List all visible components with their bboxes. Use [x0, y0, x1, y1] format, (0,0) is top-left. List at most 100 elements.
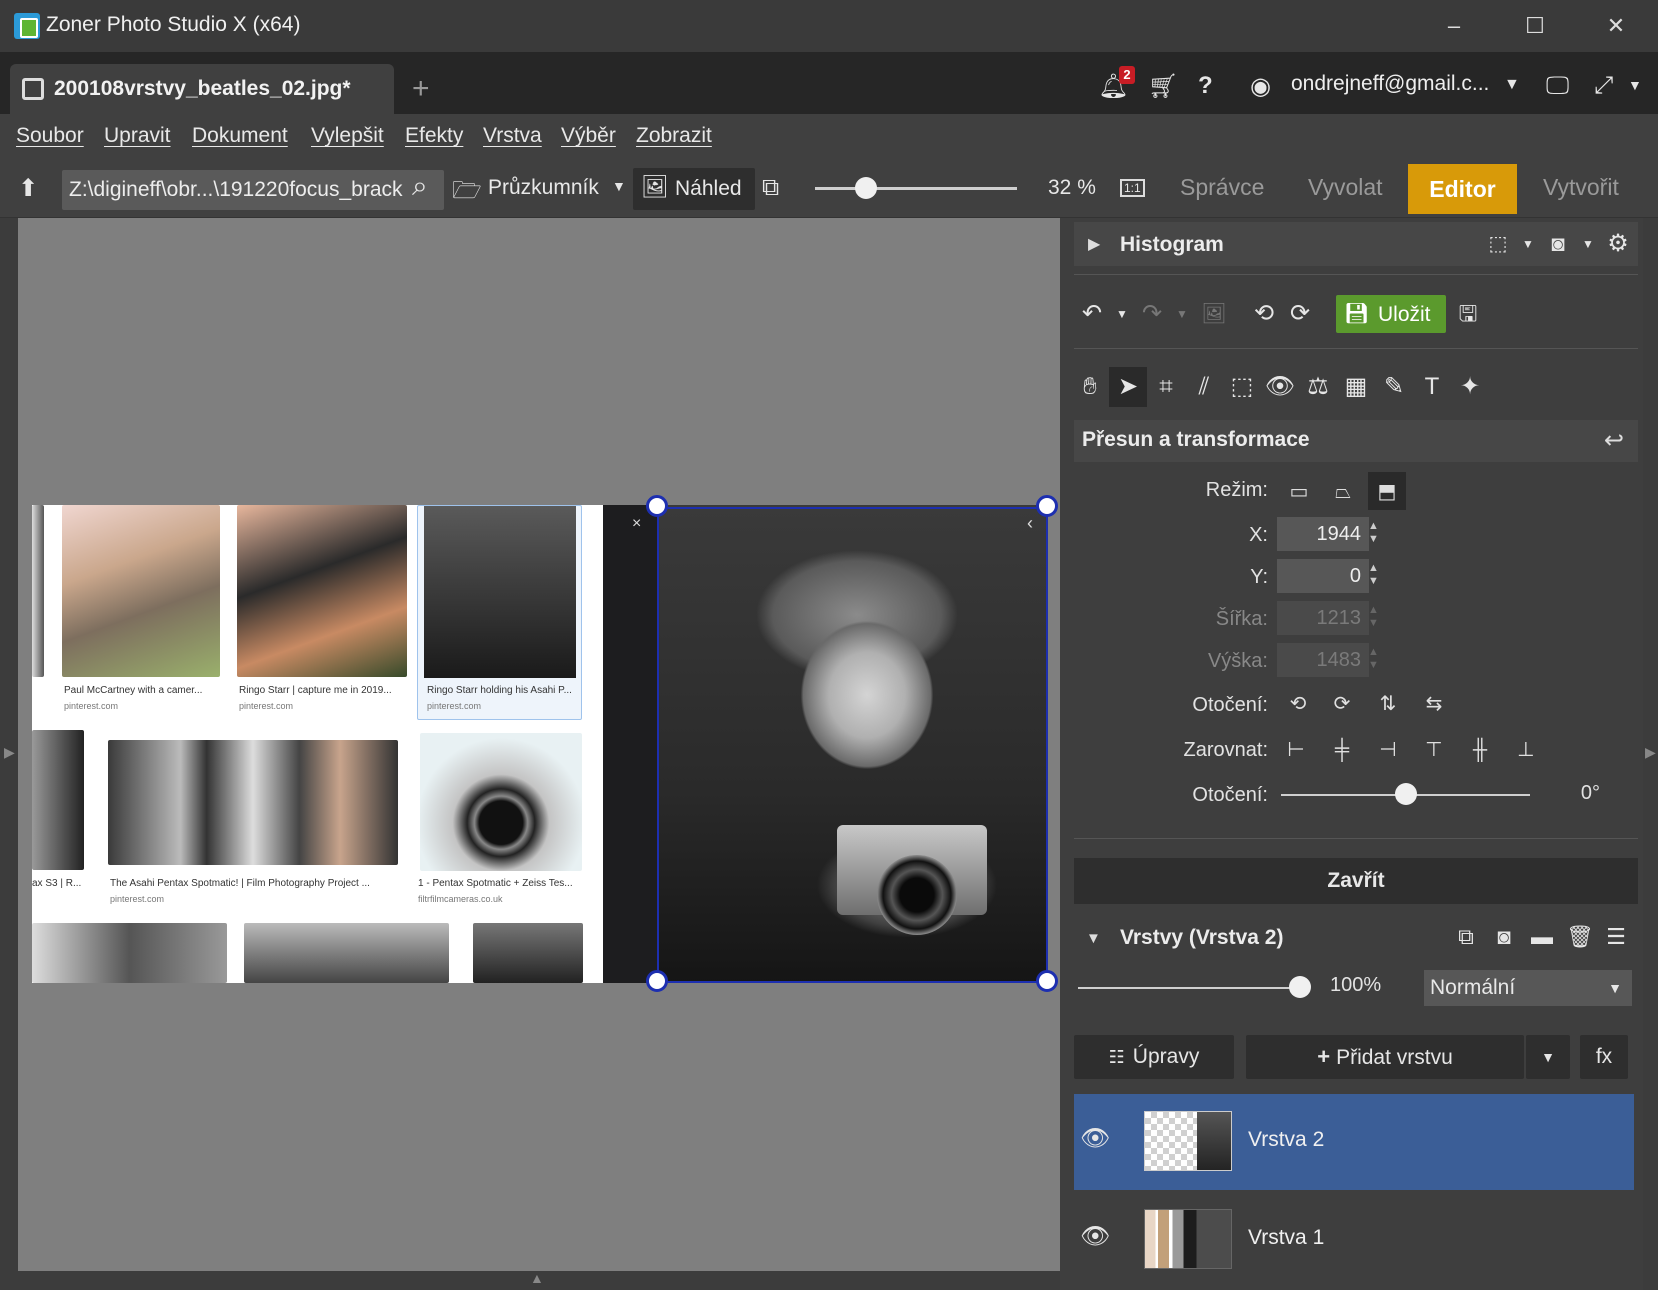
layer-1-image[interactable]: Paul McCartney with a camer... pinterest…	[32, 505, 662, 983]
y-stepper[interactable]: ▲ ▼	[1368, 562, 1379, 588]
histogram-header[interactable]: ▶ Histogram ⬚ ▼ ◙ ▼ ⚙	[1074, 222, 1638, 266]
folder-icon[interactable]: 🗁	[452, 173, 482, 214]
red-eye-tool-icon[interactable]: 👁︎	[1262, 368, 1298, 406]
align-center-h-icon[interactable]: ╪	[1324, 732, 1360, 768]
straighten-tool-icon[interactable]: ⚖︎	[1300, 368, 1336, 406]
eye-icon[interactable]: 👁︎	[1080, 1222, 1110, 1251]
effects-tool-icon[interactable]: ✦	[1452, 368, 1488, 406]
brush-tool-icon[interactable]: ✎	[1376, 368, 1412, 406]
transform-handle-bottom-right[interactable]	[1036, 970, 1058, 992]
help-icon[interactable]: ?	[1198, 72, 1213, 100]
selection-tool-icon[interactable]: ⬚	[1224, 368, 1260, 406]
user-icon[interactable]: ◉	[1250, 72, 1271, 101]
layers-panel-header[interactable]: ▼ Vrstvy (Vrstva 2) ⧉ ◙ ▬ 🗑︎ ☰	[1074, 916, 1638, 960]
expand-bottom-panel-icon[interactable]: ▲	[530, 1270, 544, 1286]
rotate-left-icon[interactable]: ⟲	[1280, 686, 1316, 722]
text-tool-icon[interactable]: T	[1414, 368, 1450, 406]
duplicate-layer-icon[interactable]: ⧉	[1448, 918, 1484, 956]
menu-dokument[interactable]: Dokument	[192, 124, 288, 148]
align-bottom-icon[interactable]: ⊥	[1508, 732, 1544, 768]
browser-label[interactable]: Průzkumník	[488, 176, 599, 200]
maximize-icon[interactable]: ☐	[1515, 10, 1555, 42]
rotate-right-icon[interactable]: ⟳	[1282, 295, 1318, 333]
transform-selection[interactable]	[657, 507, 1048, 983]
adjustments-button[interactable]: ☷ Úpravy	[1074, 1035, 1234, 1079]
menu-vrstva[interactable]: Vrstva	[483, 124, 542, 148]
perspective-tool-icon[interactable]: ⫽	[1186, 368, 1222, 406]
align-left-icon[interactable]: ⊢	[1278, 732, 1314, 768]
opacity-slider-thumb[interactable]	[1289, 976, 1311, 998]
layer-row[interactable]: 👁︎ Vrstva 1	[1074, 1192, 1634, 1290]
save-as-icon[interactable]: 🖫	[1450, 295, 1486, 333]
add-layer-dropdown[interactable]: ▼	[1526, 1035, 1570, 1079]
chevron-down-icon[interactable]: ▼	[1504, 76, 1520, 94]
gear-icon[interactable]: ⚙	[1600, 225, 1636, 263]
x-field[interactable]: 1944	[1277, 517, 1369, 551]
open-external-icon[interactable]: ⧉	[762, 174, 779, 202]
document-tab[interactable]: 200108vrstvy_beatles_02.jpg*	[10, 64, 394, 116]
tab-vytvorit[interactable]: Vytvořit	[1543, 174, 1619, 201]
transform-handle-top-left[interactable]	[646, 495, 668, 517]
menu-vylepsit[interactable]: Vylepšit	[311, 124, 384, 148]
zoom-slider-thumb[interactable]	[854, 177, 877, 199]
flip-horizontal-icon[interactable]: ⇆	[1416, 686, 1452, 722]
align-center-v-icon[interactable]: ╫	[1462, 732, 1498, 768]
folder-icon[interactable]: ▬	[1524, 918, 1560, 956]
crop-tool-icon[interactable]: ⌗	[1148, 368, 1184, 406]
opacity-slider-track[interactable]	[1078, 987, 1300, 989]
clone-tool-icon[interactable]: ▦	[1338, 368, 1374, 406]
new-tab-icon[interactable]: +	[412, 72, 430, 106]
chevron-down-icon[interactable]: ▼	[612, 178, 626, 194]
expand-right-panel-icon[interactable]: ▶	[1645, 744, 1656, 761]
trash-icon[interactable]: 🗑︎	[1562, 918, 1598, 956]
blend-mode-select[interactable]: Normální ▼	[1424, 970, 1632, 1006]
close-icon[interactable]: ✕	[1596, 10, 1636, 42]
cart-icon[interactable]: 🛒︎	[1148, 72, 1178, 101]
reset-icon[interactable]: ↩	[1604, 426, 1624, 455]
one-to-one-button[interactable]: 1:1	[1120, 179, 1145, 197]
fx-button[interactable]: fx	[1580, 1035, 1628, 1079]
zoom-slider-track[interactable]	[815, 187, 1017, 190]
rotate-left-icon[interactable]: ⟲	[1246, 295, 1282, 333]
menu-soubor[interactable]: Soubor	[16, 124, 84, 148]
align-top-icon[interactable]: ⊤	[1416, 732, 1452, 768]
rotation-slider-thumb[interactable]	[1394, 783, 1417, 805]
align-right-icon[interactable]: ⊣	[1370, 732, 1406, 768]
mode-fit-icon[interactable]: ▭	[1280, 472, 1318, 510]
rotate-right-icon[interactable]: ⟳	[1324, 686, 1360, 722]
menu-vyber[interactable]: Výběr	[561, 124, 616, 148]
save-button[interactable]: 💾︎ Uložit	[1336, 295, 1446, 333]
minimize-icon[interactable]: –	[1434, 10, 1474, 42]
tab-spravce[interactable]: Správce	[1180, 174, 1264, 201]
chevron-down-icon[interactable]: ▼	[1164, 295, 1200, 333]
flip-vertical-icon[interactable]: ⇅	[1370, 686, 1406, 722]
hand-tool-icon[interactable]: ✋︎	[1072, 368, 1108, 406]
compare-image-icon[interactable]: 🖼︎	[1196, 295, 1232, 333]
fullscreen-icon[interactable]: ⤢	[1594, 72, 1613, 100]
transform-handle-bottom-left[interactable]	[646, 970, 668, 992]
monitor-icon[interactable]: 🖵	[1546, 72, 1569, 100]
menu-zobrazit[interactable]: Zobrazit	[636, 124, 712, 148]
menu-icon[interactable]: ☰	[1598, 918, 1634, 956]
y-field[interactable]: 0	[1277, 559, 1369, 593]
add-layer-button[interactable]: + Přidat vrstvu	[1246, 1035, 1524, 1079]
menu-upravit[interactable]: Upravit	[104, 124, 171, 148]
preview-button[interactable]: 🖼︎ Náhled	[633, 168, 755, 210]
layer-row[interactable]: 👁︎ Vrstva 2	[1074, 1094, 1634, 1190]
transform-handle-top-right[interactable]	[1036, 495, 1058, 517]
expand-left-panel-icon[interactable]: ▶	[4, 744, 15, 761]
search-icon[interactable]: ⌕	[412, 170, 428, 203]
menu-efekty[interactable]: Efekty	[405, 124, 463, 148]
user-email[interactable]: ondrejneff@gmail.c...	[1291, 72, 1489, 96]
parent-folder-icon[interactable]: ⬆	[18, 174, 38, 203]
close-transform-button[interactable]: Zavřít	[1074, 858, 1638, 904]
chevron-down-icon[interactable]: ▼	[1628, 77, 1642, 93]
layer-mask-icon[interactable]: ◙	[1486, 918, 1522, 956]
tab-editor[interactable]: Editor	[1408, 164, 1517, 214]
eye-icon[interactable]: 👁︎	[1080, 1124, 1110, 1153]
tab-vyvolat[interactable]: Vyvolat	[1308, 174, 1383, 201]
mode-stretch-icon[interactable]: ⏢	[1324, 472, 1362, 510]
path-input[interactable]: Z:\digineff\obr...\191220focus_brack	[62, 170, 444, 210]
move-tool-icon[interactable]: ➤	[1110, 368, 1146, 406]
mode-free-transform-icon[interactable]: ⬒	[1368, 472, 1406, 510]
